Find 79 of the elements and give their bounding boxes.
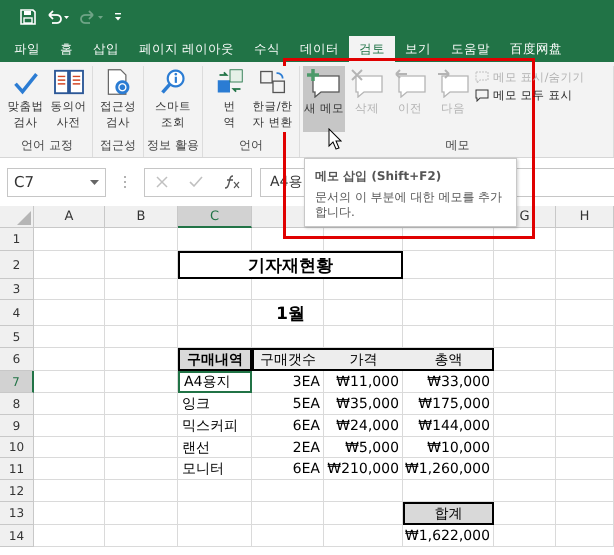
row-header[interactable]: 2 bbox=[0, 251, 34, 279]
column-header[interactable]: C bbox=[178, 206, 252, 228]
ribbon-tab[interactable]: 百度网盘 bbox=[500, 36, 572, 62]
row-header[interactable]: 8 bbox=[0, 393, 34, 415]
table-cell-text: 잉크 bbox=[181, 395, 211, 414]
row-header[interactable]: 13 bbox=[0, 502, 34, 525]
dropdown-icon bbox=[90, 180, 99, 184]
ribbon-tab[interactable]: 도움말 bbox=[440, 36, 500, 62]
save-button[interactable] bbox=[20, 9, 36, 25]
name-box[interactable]: C7 bbox=[7, 168, 106, 196]
customize-icon bbox=[114, 12, 122, 22]
row-header[interactable]: 5 bbox=[0, 326, 34, 348]
table-cell-text: 6EA bbox=[292, 460, 321, 479]
tooltip-title: 메모 삽입 (Shift+F2) bbox=[315, 168, 442, 185]
ribbon-tab[interactable]: 삽입 bbox=[83, 36, 129, 62]
ribbon-button[interactable]: 한글/한 자 변환 bbox=[252, 66, 294, 132]
row-header[interactable]: 11 bbox=[0, 458, 34, 480]
table-cell-text: 6EA bbox=[292, 417, 321, 436]
table-cell-text: ₩33,000 bbox=[426, 373, 491, 392]
month-label: 1월 bbox=[275, 302, 306, 326]
row-header[interactable]: 3 bbox=[0, 279, 34, 300]
ribbon-tab[interactable]: 파일 bbox=[4, 36, 50, 62]
group-label: 메모 bbox=[446, 137, 470, 154]
ribbon-button[interactable]: 새 메모 bbox=[303, 66, 345, 132]
function-icon[interactable] bbox=[224, 175, 240, 189]
table-cell-text: ₩10,000 bbox=[426, 438, 491, 458]
save-icon bbox=[20, 9, 36, 25]
previous-comment-icon bbox=[395, 69, 426, 98]
ribbon-tab[interactable]: 데이터 bbox=[290, 36, 349, 62]
row-header[interactable]: 7 bbox=[0, 371, 34, 393]
table-cell-text: ₩175,000 bbox=[417, 395, 491, 414]
row-header[interactable]: 14 bbox=[0, 525, 34, 547]
table-cell-text: ₩144,000 bbox=[417, 417, 491, 436]
row-header[interactable]: 12 bbox=[0, 480, 34, 502]
undo-icon bbox=[46, 9, 70, 25]
ribbon-tab[interactable]: 수식 bbox=[244, 36, 290, 62]
table-cell-text: ₩11,000 bbox=[335, 373, 400, 392]
customize-button[interactable] bbox=[114, 12, 122, 22]
ribbon-tab[interactable]: 보기 bbox=[394, 36, 441, 62]
row-header[interactable]: 1 bbox=[0, 228, 34, 251]
total-value: ₩1,622,000 bbox=[404, 527, 491, 546]
column-header[interactable]: H bbox=[556, 206, 614, 228]
table-cell-text: ₩5,000 bbox=[344, 438, 400, 458]
book-icon bbox=[52, 68, 86, 96]
next-comment-icon bbox=[437, 69, 469, 98]
column-header[interactable]: B bbox=[105, 206, 178, 228]
table-cell-text: 5EA bbox=[292, 395, 321, 414]
table-cell-text: ₩210,000 bbox=[326, 460, 400, 479]
comment-icon bbox=[475, 89, 489, 102]
undo-button[interactable] bbox=[46, 9, 70, 25]
column-header[interactable]: A bbox=[34, 206, 105, 228]
table-cell-text: 랜선 bbox=[181, 438, 211, 458]
table-cell-text: ₩35,000 bbox=[335, 395, 400, 414]
row-header[interactable]: 10 bbox=[0, 437, 34, 458]
new-comment-icon bbox=[307, 68, 341, 98]
group-label: 언어 bbox=[239, 137, 263, 154]
total-label: 합계 bbox=[403, 502, 494, 525]
table-header: 구매내역 bbox=[178, 348, 252, 371]
table-cell-text: 모니터 bbox=[181, 460, 225, 479]
row-header[interactable]: 6 bbox=[0, 348, 34, 371]
table-cell-text: 3EA bbox=[292, 373, 321, 392]
group-label: 정보 활용 bbox=[147, 137, 199, 154]
row-header[interactable]: 4 bbox=[0, 300, 34, 326]
comment-icon bbox=[475, 71, 489, 84]
table-cell-text: 믹스커피 bbox=[181, 417, 239, 436]
grip-icon bbox=[122, 175, 128, 189]
group-label: 접근성 bbox=[100, 137, 136, 154]
redo-icon bbox=[80, 9, 104, 25]
delete-comment-icon bbox=[351, 69, 383, 98]
sheet-title: 기자재현황 bbox=[178, 251, 403, 279]
table-cell-text: ₩1,260,000 bbox=[404, 460, 491, 479]
table-cell-text: ₩24,000 bbox=[335, 417, 400, 436]
cursor-icon bbox=[328, 128, 342, 150]
ribbon-tab[interactable]: 페이지 레이아웃 bbox=[129, 36, 244, 62]
ribbon-tab[interactable]: 홈 bbox=[50, 36, 83, 62]
table-cell-text: 2EA bbox=[292, 438, 321, 458]
row-header[interactable]: 9 bbox=[0, 415, 34, 437]
table-cell: A4용지 bbox=[178, 371, 252, 393]
group-label: 언어 교정 bbox=[21, 137, 73, 154]
